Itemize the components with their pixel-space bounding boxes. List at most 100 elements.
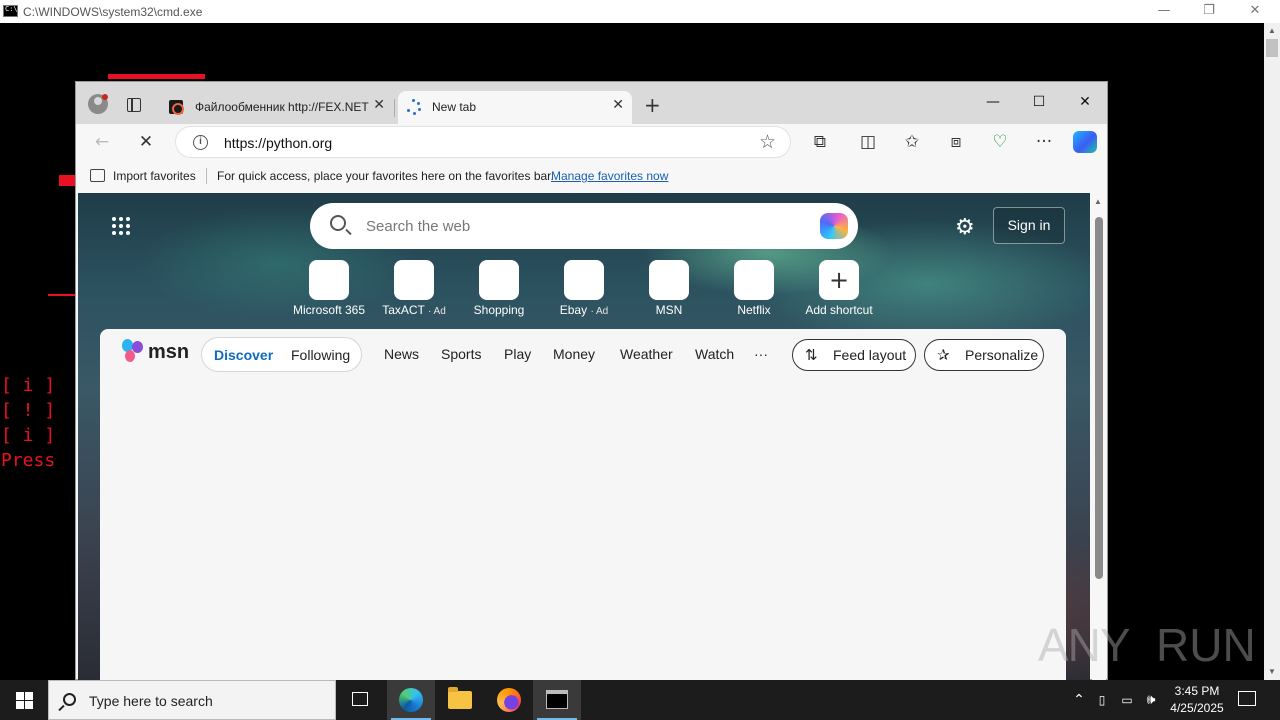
clock-date: 4/25/2025 <box>1170 701 1224 715</box>
page-scrollbar[interactable]: ▲ <box>1092 193 1106 680</box>
taskbar-cmd[interactable] <box>533 680 581 720</box>
tab-label: Файлообменник http://FEX.NET <box>195 100 369 114</box>
extensions-icon[interactable]: ⧉ <box>806 129 834 155</box>
copilot-search-icon[interactable] <box>820 213 848 239</box>
msn-feed: msn Discover Following News Sports Play … <box>100 329 1066 680</box>
browser-minimize-button[interactable]: — <box>970 88 1016 116</box>
fex-favicon-icon <box>169 100 184 115</box>
msn-logo[interactable]: msn <box>122 339 189 365</box>
favorite-star-icon[interactable]: ☆ <box>759 131 776 153</box>
volume-icon[interactable]: 🕪 <box>1140 680 1162 720</box>
nav-weather[interactable]: Weather <box>620 346 673 362</box>
site-info-icon[interactable]: i <box>193 135 208 150</box>
copilot-icon[interactable] <box>1073 131 1097 153</box>
shortcut-microsoft-365[interactable]: Microsoft 365 <box>289 260 369 317</box>
shortcut-label: Add shortcut <box>805 303 873 317</box>
tab-fex-net[interactable]: Файлообменник http://FEX.NET ✕ <box>161 91 393 124</box>
shortcut-label: Shopping <box>473 303 525 317</box>
favorites-bar: Import favorites For quick access, place… <box>76 161 1107 191</box>
address-url[interactable]: https://python.org <box>224 135 332 151</box>
collections-icon[interactable]: ⧈ <box>942 129 970 155</box>
shortcut-netflix[interactable]: Netflix <box>714 260 794 317</box>
nav-play[interactable]: Play <box>504 346 531 362</box>
console-red-bar <box>108 74 205 79</box>
cmd-window-title: C:\WINDOWS\system32\cmd.exe <box>23 5 203 19</box>
shortcut-label: TaxACT <box>382 303 425 317</box>
cmd-titlebar[interactable]: C:\WINDOWS\system32\cmd.exe — ❐ ✕ <box>0 0 1280 23</box>
shortcut-tile-icon <box>734 260 774 300</box>
personalize-button[interactable]: ✰ Personalize <box>924 339 1044 371</box>
cmd-scrollbar[interactable]: ▲ ▼ <box>1264 23 1280 680</box>
new-tab-button[interactable]: + <box>644 93 661 117</box>
start-button[interactable] <box>0 680 48 720</box>
feed-layout-button[interactable]: ⇅ Feed layout <box>792 339 916 371</box>
cmd-close-button[interactable]: ✕ <box>1232 2 1278 20</box>
windows-logo-icon <box>16 692 24 700</box>
scroll-up-arrow-icon[interactable]: ▲ <box>1094 197 1102 206</box>
taskbar-clock[interactable]: 3:45 PM 4/25/2025 <box>1165 683 1229 717</box>
page-scroll-thumb[interactable] <box>1095 217 1103 579</box>
split-screen-icon[interactable]: ◫ <box>854 129 882 155</box>
shortcut-ebay[interactable]: Ebay · Ad <box>544 260 624 317</box>
ad-badge: · Ad <box>590 306 609 317</box>
tab-close-icon[interactable]: ✕ <box>612 97 624 113</box>
taskbar-file-explorer[interactable] <box>436 680 484 720</box>
favorites-divider <box>206 168 207 184</box>
stop-loading-button[interactable]: ✕ <box>132 129 160 155</box>
taskbar-firefox[interactable] <box>485 680 533 720</box>
tray-overflow-chevron-icon[interactable]: ⌃ <box>1068 680 1090 720</box>
shortcut-taxact[interactable]: TaxACT · Ad <box>374 260 454 317</box>
page-settings-gear-icon[interactable]: ⚙ <box>955 215 975 240</box>
search-placeholder[interactable]: Search the web <box>366 218 470 235</box>
manage-favorites-link[interactable]: Manage favorites now <box>551 169 668 183</box>
add-shortcut-button[interactable]: + Add shortcut <box>799 260 879 317</box>
nav-money[interactable]: Money <box>553 346 595 362</box>
network-icon[interactable]: ▭ <box>1116 680 1138 720</box>
cmd-minimize-button[interactable]: — <box>1141 2 1187 20</box>
shortcut-tile-icon <box>309 260 349 300</box>
feed-layout-label: Feed layout <box>833 347 907 363</box>
file-explorer-icon <box>448 687 472 709</box>
shortcut-msn[interactable]: MSN <box>629 260 709 317</box>
shortcut-tile-icon <box>564 260 604 300</box>
console-line: [ i ] <box>1 375 56 396</box>
shortcut-shopping[interactable]: Shopping <box>459 260 539 317</box>
web-search-box[interactable]: Search the web <box>310 203 858 249</box>
settings-more-icon[interactable]: ··· <box>1030 129 1058 155</box>
task-view-button[interactable] <box>336 680 384 720</box>
cmd-scroll-thumb[interactable] <box>1266 39 1278 57</box>
nav-sports[interactable]: Sports <box>441 346 481 362</box>
notification-center-icon[interactable] <box>1238 691 1256 706</box>
address-bar[interactable]: i https://python.org ☆ <box>175 126 791 158</box>
cmd-restore-button[interactable]: ❐ <box>1186 2 1232 20</box>
favorites-icon[interactable]: ✩ <box>898 129 926 155</box>
favorites-hint: For quick access, place your favorites h… <box>217 169 554 183</box>
browser-maximize-button[interactable]: ☐ <box>1016 88 1062 116</box>
scroll-up-arrow-icon[interactable]: ▲ <box>1264 24 1280 38</box>
browser-toolbar: ← ✕ i https://python.org ☆ ⧉ ◫ ✩ ⧈ ♡ ··· <box>76 124 1107 161</box>
taskbar-edge[interactable] <box>387 680 435 720</box>
personalize-icon: ✰ <box>937 346 950 364</box>
nav-watch[interactable]: Watch <box>695 346 734 362</box>
shortcut-label: Ebay <box>559 303 588 317</box>
apps-grid-icon[interactable] <box>112 217 132 237</box>
tab-discover[interactable]: Discover <box>214 347 273 363</box>
nav-more-button[interactable]: ··· <box>754 346 768 362</box>
tab-close-icon[interactable]: ✕ <box>373 97 385 113</box>
nav-news[interactable]: News <box>384 346 419 362</box>
import-favorites-button[interactable]: Import favorites <box>113 169 196 183</box>
import-favorites-icon <box>90 169 105 182</box>
browser-essentials-icon[interactable]: ♡ <box>986 129 1014 155</box>
taskbar-search-box[interactable]: Type here to search <box>48 680 336 720</box>
tab-following[interactable]: Following <box>291 347 350 363</box>
tab-actions-icon[interactable] <box>127 98 141 112</box>
new-tab-page: Search the web ⚙ Sign in Microsoft 365 T… <box>78 193 1090 680</box>
back-button[interactable]: ← <box>88 129 116 155</box>
scroll-down-arrow-icon[interactable]: ▼ <box>1264 665 1280 679</box>
tray-device-icon[interactable]: ▯ <box>1094 680 1110 720</box>
sign-in-button[interactable]: Sign in <box>993 207 1065 244</box>
taskbar-search-placeholder[interactable]: Type here to search <box>89 693 213 709</box>
tab-new-tab[interactable]: New tab ✕ <box>398 91 632 124</box>
console-output: [ i ] [ ! ] [ i ] Press <box>1 373 55 473</box>
browser-close-button[interactable]: ✕ <box>1062 88 1108 116</box>
